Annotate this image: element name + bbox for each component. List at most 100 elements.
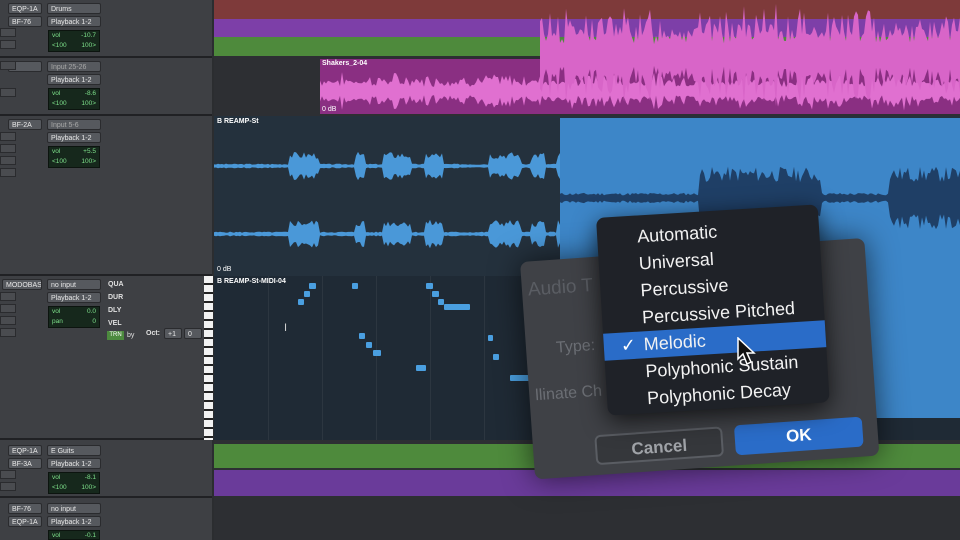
vol-value: 0.0: [86, 308, 96, 315]
output-selector[interactable]: Playback 1-2: [47, 292, 101, 303]
track-strip-reamp: BF-2A Input 5-6 Playback 1-2 vol +5.5 <1…: [0, 116, 212, 276]
input-selector[interactable]: Input 25-26: [47, 61, 101, 72]
output-selector[interactable]: Playback 1-2: [47, 516, 101, 527]
instrument-slot[interactable]: MODOBAS2: [2, 279, 42, 290]
insert-slot-a[interactable]: EQP-1A: [8, 445, 42, 456]
send-slot[interactable]: [0, 40, 16, 49]
velocity-toggle[interactable]: VEL: [108, 320, 122, 327]
vol-label: vol: [52, 148, 61, 155]
midi-note[interactable]: [432, 291, 439, 297]
grid-line: [376, 276, 377, 440]
send-slot[interactable]: [0, 168, 16, 177]
vol-value: -8.1: [84, 474, 96, 481]
send-slot[interactable]: [0, 144, 16, 153]
octave-field[interactable]: +1: [164, 328, 182, 339]
send-slot[interactable]: [0, 61, 16, 70]
send-slot[interactable]: [0, 132, 16, 141]
output-selector[interactable]: Playback 1-2: [47, 74, 101, 85]
output-selector[interactable]: Playback 1-2: [47, 458, 101, 469]
grid-line: [430, 276, 431, 440]
track-lane-six[interactable]: [214, 498, 960, 540]
send-slot[interactable]: [0, 156, 16, 165]
volume-display[interactable]: vol +5.5 <100 100>: [48, 146, 100, 168]
midi-note[interactable]: [309, 283, 316, 289]
vol-label: vol: [52, 32, 61, 39]
volume-display[interactable]: vol 0.0 pan 0: [48, 306, 100, 328]
send-slot[interactable]: [0, 28, 16, 37]
midi-note[interactable]: [359, 333, 365, 339]
insert-slot-b[interactable]: BF-3A: [8, 458, 42, 469]
grid-line: [322, 276, 323, 440]
input-selector[interactable]: E Guits: [47, 445, 101, 456]
vol-value: -8.6: [84, 90, 96, 97]
send-slot[interactable]: [0, 470, 16, 479]
send-slot[interactable]: [0, 304, 16, 313]
track-strip-shakers: Input 25-26 Playback 1-2 vol -8.6 <100 1…: [0, 58, 212, 116]
output-selector[interactable]: Playback 1-2: [47, 132, 101, 143]
midi-note[interactable]: [426, 283, 433, 289]
grid-line: [484, 276, 485, 440]
insert-slot-b[interactable]: EQP-1A: [8, 516, 42, 527]
pan-value: 0: [92, 318, 96, 325]
pan-right-value: 100>: [81, 42, 96, 49]
pan-left-value: <100: [52, 484, 67, 491]
duration-toggle[interactable]: DUR: [108, 294, 123, 301]
volume-display[interactable]: vol -10.7 <100 100>: [48, 30, 100, 52]
input-selector[interactable]: Drums: [47, 3, 101, 14]
clip-name: Shakers_2-04: [322, 60, 368, 67]
cancel-button[interactable]: Cancel: [594, 426, 725, 466]
midi-note[interactable]: [488, 335, 493, 341]
pan-right-value: 100>: [81, 158, 96, 165]
grid-line: [268, 276, 269, 440]
midi-note[interactable]: [366, 342, 372, 348]
ok-button[interactable]: OK: [733, 416, 864, 456]
insert-slot-a[interactable]: BF-2A: [8, 119, 42, 130]
transpose-toggle[interactable]: TRN: [107, 331, 124, 340]
insert-slot-b[interactable]: BF-76: [8, 16, 42, 27]
midi-note[interactable]: [373, 350, 381, 356]
midi-note[interactable]: [444, 304, 470, 310]
clip-name: B REAMP-St: [217, 118, 259, 125]
midi-note[interactable]: [352, 283, 358, 289]
pan-right-value: 100>: [81, 484, 96, 491]
mixer-strip-pane: EQP-1A BF-76 Drums Playback 1-2 vol -10.…: [0, 0, 212, 540]
pan-right-value: 100>: [81, 100, 96, 107]
output-selector[interactable]: Playback 1-2: [47, 16, 101, 27]
mouse-pointer-icon: [737, 337, 756, 366]
send-slot[interactable]: [0, 88, 16, 97]
menu-item-label: Melodic: [643, 330, 707, 355]
vol-value: -0.1: [84, 532, 96, 539]
midi-note[interactable]: [416, 365, 426, 371]
send-slot[interactable]: [0, 328, 16, 337]
octave-offset-field[interactable]: 0: [184, 328, 202, 339]
track-strip-six: BF-76 EQP-1A no input Playback 1-2 vol -…: [0, 498, 212, 540]
vol-value: -10.7: [81, 32, 96, 39]
volume-display[interactable]: vol -8.6 <100 100>: [48, 88, 100, 110]
type-popup-menu: Automatic Universal Percussive Percussiv…: [596, 204, 830, 416]
input-selector[interactable]: Input 5-6: [47, 119, 101, 130]
pan-left-value: <100: [52, 158, 67, 165]
send-slot[interactable]: [0, 482, 16, 491]
volume-display[interactable]: vol -8.1 <100 100>: [48, 472, 100, 494]
pan-label: pan: [52, 318, 63, 325]
insert-slot-a[interactable]: EQP-1A: [8, 3, 42, 14]
vol-label: vol: [52, 308, 61, 315]
midi-note[interactable]: [304, 291, 310, 297]
send-slot[interactable]: [0, 292, 16, 301]
track-strip-drums: EQP-1A BF-76 Drums Playback 1-2 vol -10.…: [0, 0, 212, 58]
clip-gain: 0 dB: [217, 266, 232, 273]
text-cursor-icon: I: [284, 322, 288, 334]
track-strip-midi: MODOBAS2 no input Playback 1-2 vol 0.0 p…: [0, 276, 212, 440]
vol-label: vol: [52, 90, 61, 97]
volume-display[interactable]: vol -0.1: [48, 530, 100, 540]
delay-toggle[interactable]: DLY: [108, 307, 121, 314]
midi-note[interactable]: [493, 354, 499, 360]
send-slot[interactable]: [0, 316, 16, 325]
insert-slot-a[interactable]: BF-76: [8, 503, 42, 514]
by-label: by: [127, 332, 135, 339]
quantize-toggle[interactable]: QUA: [108, 281, 124, 288]
piano-keys[interactable]: [204, 276, 213, 440]
input-selector[interactable]: no input: [47, 503, 101, 514]
midi-note[interactable]: [298, 299, 304, 305]
input-selector[interactable]: no input: [47, 279, 101, 290]
